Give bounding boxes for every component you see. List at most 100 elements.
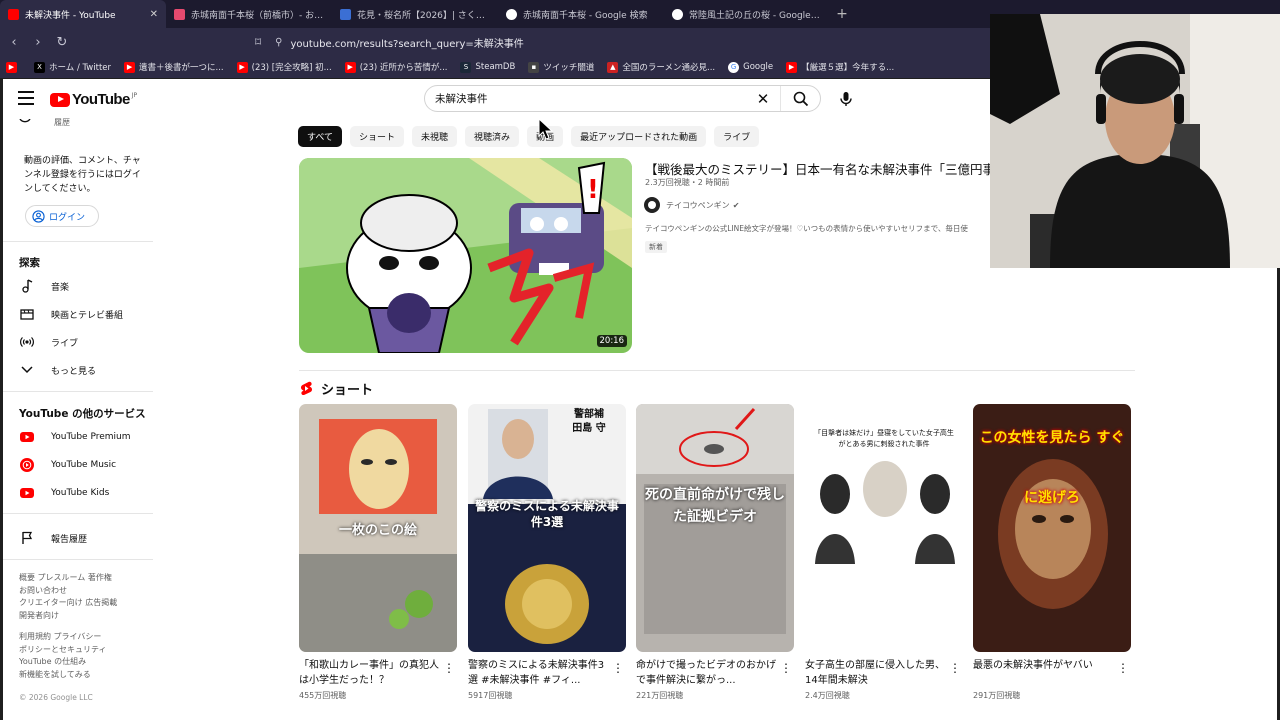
footer-link[interactable]: お問い合わせ	[19, 585, 139, 598]
signin-prompt: 動画の評価、コメント、チャンネル登録を行うにはログインしてください。	[24, 156, 141, 194]
svg-text:!: !	[587, 175, 599, 205]
short-overlay-text: 警察のミスによる未解決事件3選	[475, 499, 619, 529]
short-thumbnail[interactable]: 「目撃者は妹だけ」昼寝をしていた女子高生がとある男に刺殺された事件	[805, 404, 963, 652]
explore-heading: 探索	[19, 257, 40, 269]
bookmark-item[interactable]: ▶ 【厳選５選】今年する...	[786, 61, 894, 73]
menu-icon[interactable]	[18, 91, 34, 105]
sidebar-item-youtube-music[interactable]: YouTube Music	[19, 456, 116, 474]
short-title[interactable]: 最悪の未解決事件がヤバい	[973, 658, 1113, 688]
video-duration: 20:16	[596, 335, 627, 347]
sidebar-item-report-history[interactable]: 報告履歴	[19, 529, 87, 547]
short-thumbnail[interactable]: この女性を見たら すぐに逃げろ	[973, 404, 1131, 652]
bookmark-item[interactable]: G Google	[728, 61, 773, 73]
login-label: ログイン	[49, 212, 86, 223]
close-tab-icon[interactable]: ✕	[150, 9, 158, 20]
youtube-logo[interactable]: YouTube JP	[50, 91, 137, 108]
chip-all[interactable]: すべて	[298, 126, 343, 147]
microphone-icon	[840, 92, 852, 106]
footer-link[interactable]: ポリシーとセキュリティ	[19, 644, 139, 657]
bookmark-item[interactable]: ▶ (23) [完全攻略] 初...	[236, 61, 332, 73]
more-options-icon[interactable]: ⋮	[443, 662, 455, 674]
browser-tab[interactable]: 未解決事件 - YouTube ✕	[0, 0, 166, 28]
search-icon	[793, 91, 808, 106]
search-input[interactable]: 未解決事件	[435, 91, 752, 106]
channel-link[interactable]: テイコウペンギン ✔	[644, 197, 739, 213]
verified-icon: ✔	[732, 200, 740, 210]
tab-title: 常陸風土記の丘の桜 - Google 検索	[689, 10, 822, 21]
folder-icon: ▪	[528, 61, 540, 73]
footer-link[interactable]: 新機能を試してみる	[19, 669, 139, 682]
bookmark-item[interactable]: X ホーム / Twitter	[34, 61, 111, 73]
clear-icon[interactable]: ✕	[752, 90, 774, 108]
account-icon	[32, 209, 45, 223]
search-box[interactable]: 未解決事件 ✕	[424, 85, 821, 112]
sidebar-item-more[interactable]: もっと見る	[19, 361, 96, 379]
browser-tab[interactable]: 花見・桜名所【2026】| さくら開花情報	[332, 0, 498, 28]
browser-tab[interactable]: 常陸風土記の丘の桜 - Google 検索	[664, 0, 830, 28]
footer-link[interactable]: 開発者向け	[19, 610, 139, 623]
short-thumbnail[interactable]: 一枚のこの絵	[299, 404, 457, 652]
chip-watched[interactable]: 視聴済み	[465, 126, 520, 147]
youtube-play-icon	[50, 92, 70, 107]
video-thumbnail[interactable]: ! 20:16	[299, 158, 632, 353]
more-options-icon[interactable]: ⋮	[612, 662, 624, 674]
short-thumbnail[interactable]: 警部補 田島 守 警察のミスによる未解決事件3選	[468, 404, 626, 652]
shorts-heading-label: ショート	[321, 383, 374, 398]
steam-icon: S	[460, 61, 472, 73]
back-icon[interactable]: ‹	[4, 32, 24, 52]
chip-recently-uploaded[interactable]: 最近アップロードされた動画	[571, 126, 707, 147]
short-title[interactable]: 警察のミスによる未解決事件3選 #未解決事件 #フィ...	[468, 658, 608, 688]
chip-shorts[interactable]: ショート	[350, 126, 405, 147]
flag-icon	[19, 530, 35, 546]
sidebar-item-music[interactable]: 音楽	[19, 277, 69, 295]
forward-icon[interactable]: ›	[28, 32, 48, 52]
more-options-icon[interactable]: ⋮	[780, 662, 792, 674]
short-title[interactable]: 命がけで撮ったビデオのおかげで事件解決に繋がっ...	[636, 658, 776, 688]
address-bar[interactable]: ⌑ ⚲ youtube.com/results?search_query=未解決…	[255, 32, 975, 52]
search-button[interactable]	[780, 86, 820, 111]
short-thumbnail[interactable]: 死の直前命がけで残した証拠ビデオ	[636, 404, 794, 652]
reload-icon[interactable]: ↻	[52, 32, 72, 52]
sidebar-item-youtube-premium[interactable]: YouTube Premium	[19, 428, 131, 446]
bookmark-icon[interactable]: ⌑	[255, 35, 261, 49]
short-item[interactable]: 死の直前命がけで残した証拠ビデオ 命がけで撮ったビデオのおかげで事件解決に繋がっ…	[636, 404, 794, 701]
logo-text: YouTube	[72, 91, 130, 108]
short-views: 2.4万回視聴	[805, 691, 850, 700]
footer-link[interactable]: 利用規約 プライバシー	[19, 631, 139, 644]
short-title[interactable]: 女子高生の部屋に侵入した男、14年間未解決	[805, 658, 945, 688]
browser-tab[interactable]: 赤城南面千本桜（前橋市）- お花見	[166, 0, 332, 28]
short-item[interactable]: この女性を見たら すぐに逃げろ 最悪の未解決事件がヤバい 291万回視聴 ⋮	[973, 404, 1131, 701]
login-button[interactable]: ログイン	[25, 205, 99, 227]
footer-link[interactable]: YouTube の仕組み	[19, 656, 139, 669]
video-description: テイコウペンギンの公式LINE絵文字が登場！♡いつもの表情から使いやすいセリフま…	[645, 224, 968, 233]
sidebar-item-history[interactable]: 履歴	[18, 117, 70, 128]
sidebar-item-live[interactable]: ライブ	[19, 333, 78, 351]
short-title[interactable]: 「和歌山カレー事件」の真犯人は小学生だった！？	[299, 658, 439, 688]
footer-link[interactable]: クリエイター向け 広告掲載	[19, 597, 139, 610]
bookmark-item[interactable]: S SteamDB	[460, 61, 515, 73]
site-info-icon[interactable]: ⚲	[275, 37, 282, 48]
short-item[interactable]: 一枚のこの絵 「和歌山カレー事件」の真犯人は小学生だった！？ 455万回視聴 ⋮	[299, 404, 457, 701]
browser-tab[interactable]: 赤城南面千本桜 - Google 検索	[498, 0, 664, 28]
footer-link[interactable]: 概要 プレスルーム 著作権	[19, 572, 139, 585]
bookmark-item[interactable]: ▶ (23) 近所から苦情が...	[344, 61, 447, 73]
chip-unwatched[interactable]: 未視聴	[412, 126, 458, 147]
more-options-icon[interactable]: ⋮	[949, 662, 961, 674]
sidebar-item-movies[interactable]: 映画とテレビ番組	[19, 305, 123, 323]
chip-live[interactable]: ライブ	[714, 126, 760, 147]
youtube-premium-icon	[19, 429, 35, 445]
bookmark-item[interactable]: ▪ ツイッチ闇道	[528, 61, 594, 73]
short-item[interactable]: 警部補 田島 守 警察のミスによる未解決事件3選 警察のミスによる未解決事件3選 …	[468, 404, 626, 701]
divider	[3, 391, 153, 392]
short-item[interactable]: 「目撃者は妹だけ」昼寝をしていた女子高生がとある男に刺殺された事件 女子高生の部…	[805, 404, 963, 701]
more-options-icon[interactable]: ⋮	[1117, 662, 1129, 674]
bookmark-item[interactable]: ▶	[6, 61, 21, 73]
site-favicon-icon	[174, 8, 185, 20]
video-title[interactable]: 【戦後最大のミステリー】日本一有名な未解決事件「三億円事件	[645, 159, 1045, 178]
sidebar-item-youtube-kids[interactable]: YouTube Kids	[19, 484, 109, 502]
tab-title: 花見・桜名所【2026】| さくら開花情報	[357, 10, 490, 21]
bookmark-item[interactable]: ▲ 全国のラーメン通必見...	[607, 61, 715, 73]
new-tab-button[interactable]: +	[830, 0, 854, 28]
bookmark-item[interactable]: ▶ 遺書＋後書が一つに...	[124, 61, 224, 73]
voice-search-button[interactable]	[833, 86, 859, 112]
